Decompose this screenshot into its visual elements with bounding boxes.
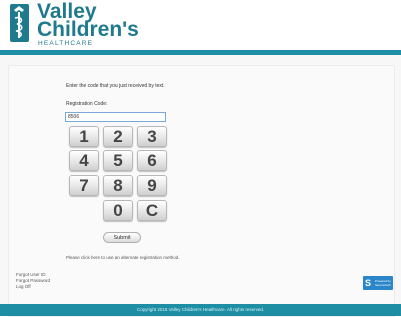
registration-code-input[interactable]	[65, 112, 166, 122]
secureauth-icon: S	[365, 278, 372, 288]
keypad-key-clear[interactable]: C	[137, 200, 167, 221]
keypad-key-6[interactable]: 6	[137, 150, 167, 171]
keypad-key-7[interactable]: 7	[69, 175, 99, 196]
keypad-key-2[interactable]: 2	[103, 126, 133, 147]
keypad-key-8[interactable]: 8	[103, 175, 133, 196]
copyright-footer: Copyright 2016 Valley Children's Healthc…	[0, 304, 401, 316]
main-content	[0, 55, 401, 317]
footer-links: Forgot User ID Forgot Password Log Off	[16, 272, 50, 290]
instruction-text: Enter the code that you just received by…	[66, 83, 165, 89]
keypad-key-3[interactable]: 3	[137, 126, 167, 147]
header: Valley Children's HEALTHCARE	[0, 0, 401, 50]
keypad-key-0[interactable]: 0	[103, 200, 133, 221]
valley-children-logo-icon	[10, 4, 29, 42]
brand-name-line3: HEALTHCARE	[38, 40, 94, 47]
numeric-keypad: 1 2 3 4 5 6 7 8 9 0 C	[66, 124, 170, 223]
keypad-key-9[interactable]: 9	[137, 175, 167, 196]
badge-text: Powered by SecureAuth	[375, 279, 391, 287]
brand-name-line2: Children's	[37, 18, 139, 41]
log-off-link[interactable]: Log Off	[16, 284, 50, 290]
keypad-key-4[interactable]: 4	[69, 150, 99, 171]
secureauth-badge[interactable]: S Powered by SecureAuth	[363, 276, 393, 290]
submit-button[interactable]: Submit	[103, 232, 141, 243]
keypad-key-5[interactable]: 5	[103, 150, 133, 171]
keypad-key-1[interactable]: 1	[69, 126, 99, 147]
registration-code-label: Registration Code:	[66, 101, 108, 107]
badge-line2: SecureAuth	[375, 282, 391, 287]
alternate-registration-link[interactable]: Please click here to use an alternate re…	[66, 255, 180, 260]
